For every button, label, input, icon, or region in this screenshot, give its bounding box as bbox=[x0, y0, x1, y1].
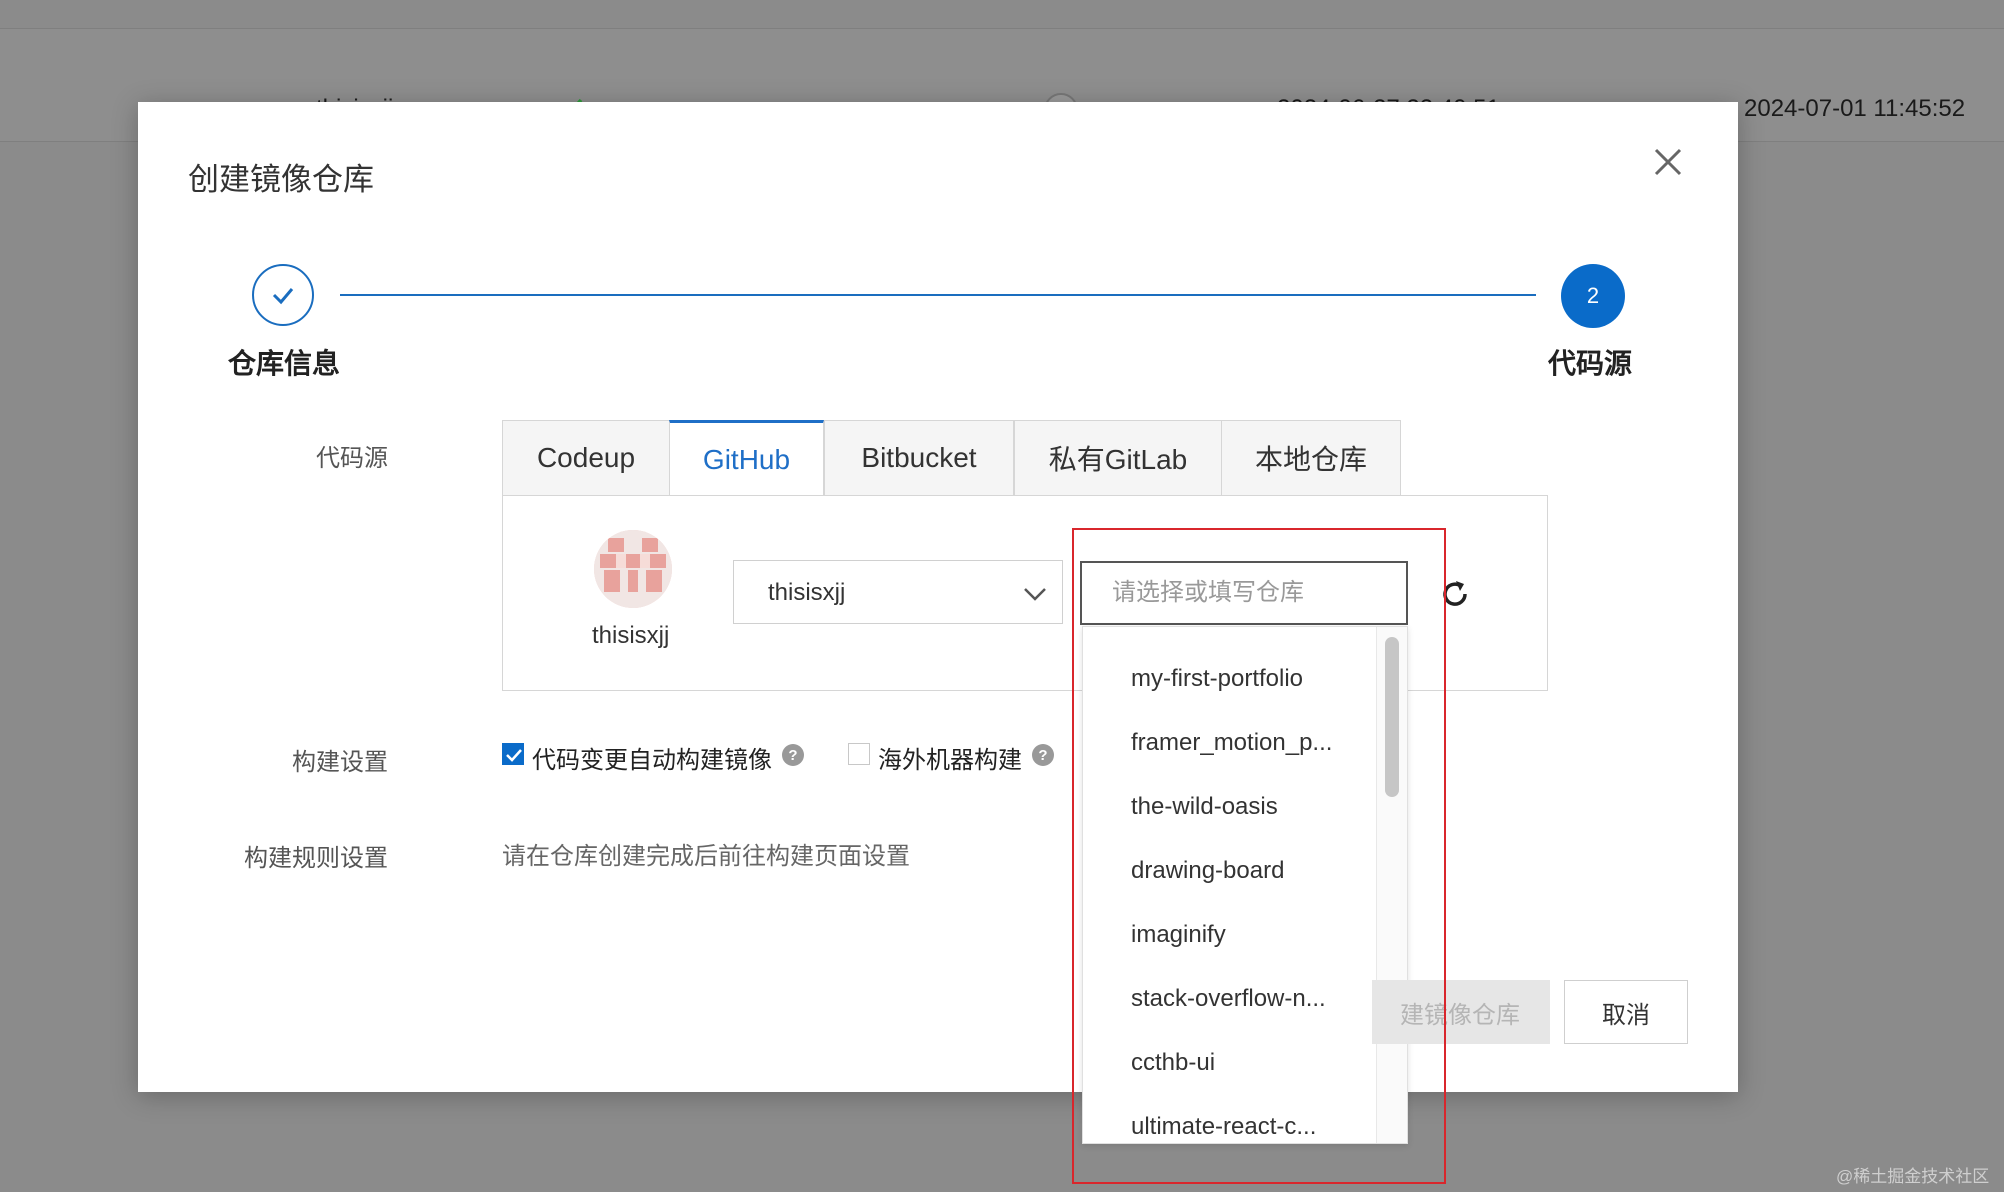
code-source-label: 代码源 bbox=[316, 445, 388, 472]
repo-option[interactable]: framer_motion_p... bbox=[1083, 711, 1373, 775]
scrollbar-thumb[interactable] bbox=[1385, 637, 1399, 797]
auto-build-checkbox[interactable] bbox=[502, 743, 524, 765]
repo-option[interactable]: ccthb-ui bbox=[1083, 1031, 1373, 1095]
avatar bbox=[594, 530, 672, 608]
build-settings-label: 构建设置 bbox=[292, 749, 388, 776]
help-icon[interactable]: ? bbox=[1032, 744, 1054, 766]
tab-local-repo[interactable]: 本地仓库 bbox=[1221, 420, 1401, 496]
identicon-avatar bbox=[594, 530, 672, 608]
step-1-label: 仓库信息 bbox=[228, 348, 341, 379]
step-2-indicator: 2 bbox=[1561, 264, 1625, 328]
auto-build-label[interactable]: 代码变更自动构建镜像 bbox=[532, 740, 772, 775]
tab-bitbucket[interactable]: Bitbucket bbox=[824, 420, 1014, 496]
watermark: @稀土掘金技术社区 bbox=[1836, 1167, 1990, 1186]
checkmark-icon bbox=[506, 749, 522, 762]
help-icon[interactable]: ? bbox=[782, 744, 804, 766]
step-2-label: 代码源 bbox=[1548, 348, 1633, 379]
repo-dropdown: my-first-portfolio framer_motion_p... th… bbox=[1082, 626, 1408, 1144]
repo-option[interactable]: stack-overflow-n... bbox=[1083, 967, 1373, 1031]
repo-option[interactable]: my-first-portfolio bbox=[1083, 647, 1373, 711]
step-1-indicator bbox=[252, 264, 314, 326]
cancel-button[interactable]: 取消 bbox=[1564, 980, 1688, 1044]
bg-updated-at: 2024-07-01 11:45:52 bbox=[1744, 95, 1966, 122]
build-rules-label: 构建规则设置 bbox=[244, 845, 388, 872]
overseas-build-label[interactable]: 海外机器构建 bbox=[878, 740, 1022, 775]
create-repo-button[interactable]: 建镜像仓库 bbox=[1372, 980, 1550, 1044]
step-2-number: 2 bbox=[1586, 283, 1600, 308]
repo-search-input[interactable] bbox=[1080, 561, 1408, 625]
chevron-down-icon bbox=[1024, 588, 1046, 601]
tab-github[interactable]: GitHub bbox=[669, 420, 824, 496]
dropdown-scrollbar[interactable] bbox=[1376, 627, 1407, 1143]
modal-title: 创建镜像仓库 bbox=[188, 162, 374, 197]
check-icon bbox=[272, 288, 294, 305]
build-rules-text: 请在仓库创建完成后前往构建页面设置 bbox=[502, 843, 910, 870]
refresh-icon[interactable] bbox=[1438, 577, 1472, 611]
tab-codeup[interactable]: Codeup bbox=[502, 420, 670, 496]
repo-option[interactable]: drawing-board bbox=[1083, 839, 1373, 903]
repo-option[interactable]: imaginify bbox=[1083, 903, 1373, 967]
step-connector bbox=[340, 294, 1536, 296]
account-select[interactable]: thisisxjj bbox=[733, 560, 1063, 624]
repo-option[interactable]: the-wild-oasis bbox=[1083, 775, 1373, 839]
account-name: thisisxjj bbox=[592, 622, 670, 649]
account-select-value: thisisxjj bbox=[768, 579, 846, 606]
overseas-build-checkbox[interactable] bbox=[848, 743, 870, 765]
tab-private-gitlab[interactable]: 私有GitLab bbox=[1014, 420, 1222, 496]
close-icon[interactable] bbox=[1646, 140, 1690, 184]
repo-option[interactable]: ultimate-react-c... bbox=[1083, 1095, 1373, 1143]
